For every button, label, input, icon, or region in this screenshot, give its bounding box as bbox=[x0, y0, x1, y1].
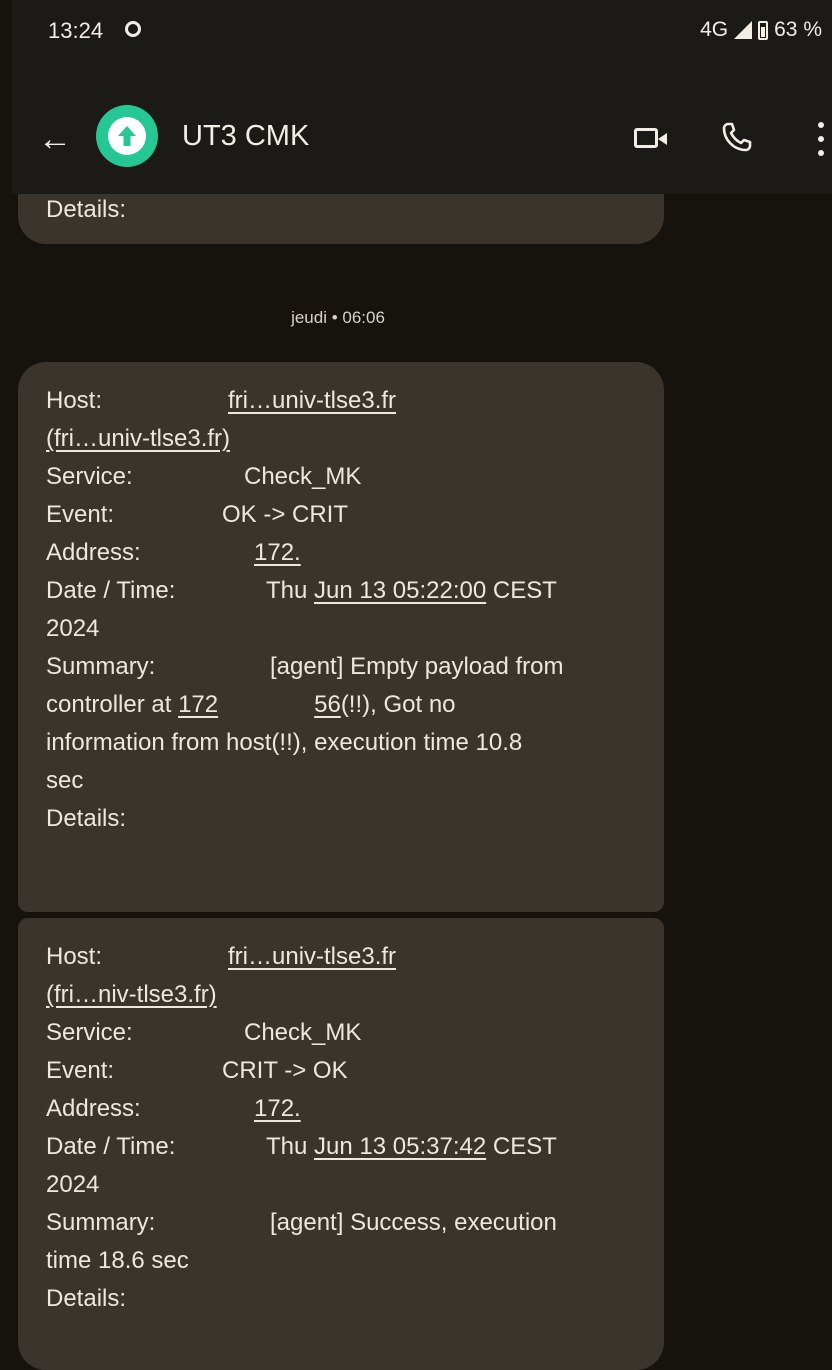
avatar[interactable] bbox=[96, 105, 158, 167]
datetime-label: Date / Time: bbox=[46, 577, 176, 604]
service-label: Service: bbox=[46, 463, 133, 490]
address-label: Address: bbox=[46, 539, 141, 566]
service-row: Service: Check_MK bbox=[46, 1014, 636, 1052]
message-bubble[interactable]: Host: fri…univ-tlse3.fr (fri…niv-tlse3.f… bbox=[18, 918, 664, 1370]
conversation-header: ← UT3 CMK bbox=[12, 62, 832, 194]
details-label: Details: bbox=[46, 1285, 127, 1312]
summary-row: Summary: [agent] Empty payload from bbox=[46, 648, 636, 686]
host-link[interactable]: fri…univ-tlse3.fr bbox=[228, 938, 396, 976]
ip-link[interactable]: 172 bbox=[178, 691, 314, 718]
summary-text: controller at bbox=[46, 691, 172, 718]
summary-text: [agent] Empty payload from bbox=[270, 653, 564, 680]
phone-icon[interactable] bbox=[720, 120, 754, 154]
summary-row: Summary: [agent] Success, execution bbox=[46, 1204, 636, 1242]
service-value: Check_MK bbox=[244, 463, 362, 490]
summary-label: Summary: bbox=[46, 653, 156, 680]
summary-line: sec bbox=[46, 767, 84, 794]
datetime-row: Date / Time: Thu Jun 13 05:37:42 CEST bbox=[46, 1128, 636, 1166]
alarm-icon bbox=[125, 21, 141, 37]
arrow-up-icon bbox=[108, 117, 146, 155]
network-type: 4G bbox=[700, 18, 729, 41]
address-row: Address: 172. bbox=[46, 1090, 636, 1128]
signal-icon bbox=[734, 21, 753, 39]
datetime-link[interactable]: Jun 13 05:37:42 bbox=[314, 1133, 486, 1160]
host-link[interactable]: fri…univ-tlse3.fr bbox=[228, 382, 396, 420]
more-options-icon[interactable] bbox=[818, 122, 824, 156]
year-line: 2024 bbox=[46, 1171, 100, 1198]
service-value: Check_MK bbox=[244, 1019, 362, 1046]
host-row: Host: fri…univ-tlse3.fr bbox=[46, 938, 636, 976]
message-timestamp: jeudi • 06:06 bbox=[291, 308, 385, 327]
address-label: Address: bbox=[46, 1095, 141, 1122]
datetime-tz: CEST bbox=[492, 577, 557, 604]
video-call-icon[interactable] bbox=[634, 128, 667, 148]
service-row: Service: Check_MK bbox=[46, 458, 636, 496]
address-row: Address: 172. bbox=[46, 534, 636, 572]
summary-line: information from host(!!), execution tim… bbox=[46, 729, 523, 756]
host-paren-link[interactable]: (fri…niv-tlse3.fr) bbox=[46, 981, 217, 1008]
event-label: Event: bbox=[46, 1057, 115, 1084]
summary-text: [agent] Success, execution bbox=[270, 1209, 557, 1236]
summary-label: Summary: bbox=[46, 1209, 156, 1236]
datetime-day: Thu bbox=[266, 1133, 308, 1160]
event-value: CRIT -> OK bbox=[222, 1057, 348, 1084]
summary-line: controller at 172 56(!!), Got no bbox=[46, 686, 636, 724]
message-bubble[interactable]: Host: fri…univ-tlse3.fr (fri…univ-tlse3.… bbox=[18, 362, 664, 912]
status-time: 13:24 bbox=[48, 18, 104, 43]
datetime-tz: CEST bbox=[492, 1133, 557, 1160]
datetime-label: Date / Time: bbox=[46, 1133, 176, 1160]
service-label: Service: bbox=[46, 1019, 133, 1046]
host-label: Host: bbox=[46, 387, 103, 414]
details-label: Details: bbox=[46, 196, 127, 223]
battery-icon bbox=[758, 20, 769, 40]
details-label: Details: bbox=[46, 805, 127, 832]
summary-text: (!!), Got no bbox=[340, 691, 456, 718]
address-link[interactable]: 172. bbox=[254, 1090, 411, 1128]
host-paren-row: (fri…univ-tlse3.fr) bbox=[46, 420, 636, 458]
host-paren-link[interactable]: (fri…univ-tlse3.fr) bbox=[46, 425, 230, 452]
datetime-link[interactable]: Jun 13 05:22:00 bbox=[314, 577, 486, 604]
datetime-row: Date / Time: Thu Jun 13 05:22:00 CEST bbox=[46, 572, 636, 610]
datetime-day: Thu bbox=[266, 577, 308, 604]
host-paren-row: (fri…niv-tlse3.fr) bbox=[46, 976, 636, 1014]
host-row: Host: fri…univ-tlse3.fr bbox=[46, 382, 636, 420]
event-label: Event: bbox=[46, 501, 115, 528]
host-label: Host: bbox=[46, 943, 103, 970]
year-line: 2024 bbox=[46, 615, 100, 642]
event-row: Event: CRIT -> OK bbox=[46, 1052, 636, 1090]
status-bar: 13:24 4G 63 % bbox=[12, 0, 832, 62]
status-indicators: 4G 63 % bbox=[700, 18, 822, 42]
summary-line: time 18.6 sec bbox=[46, 1247, 189, 1274]
contact-name[interactable]: UT3 CMK bbox=[182, 120, 309, 153]
ip-link-suffix[interactable]: 56 bbox=[314, 691, 341, 718]
event-row: Event: OK -> CRIT bbox=[46, 496, 636, 534]
battery-level: 63 % bbox=[774, 18, 822, 41]
back-arrow-icon[interactable]: ← bbox=[38, 122, 72, 156]
event-value: OK -> CRIT bbox=[222, 501, 349, 528]
messages-screen: 13:24 4G 63 % Details: ← UT3 CMK jeudi •… bbox=[12, 0, 832, 1370]
address-link[interactable]: 172. bbox=[254, 534, 401, 572]
